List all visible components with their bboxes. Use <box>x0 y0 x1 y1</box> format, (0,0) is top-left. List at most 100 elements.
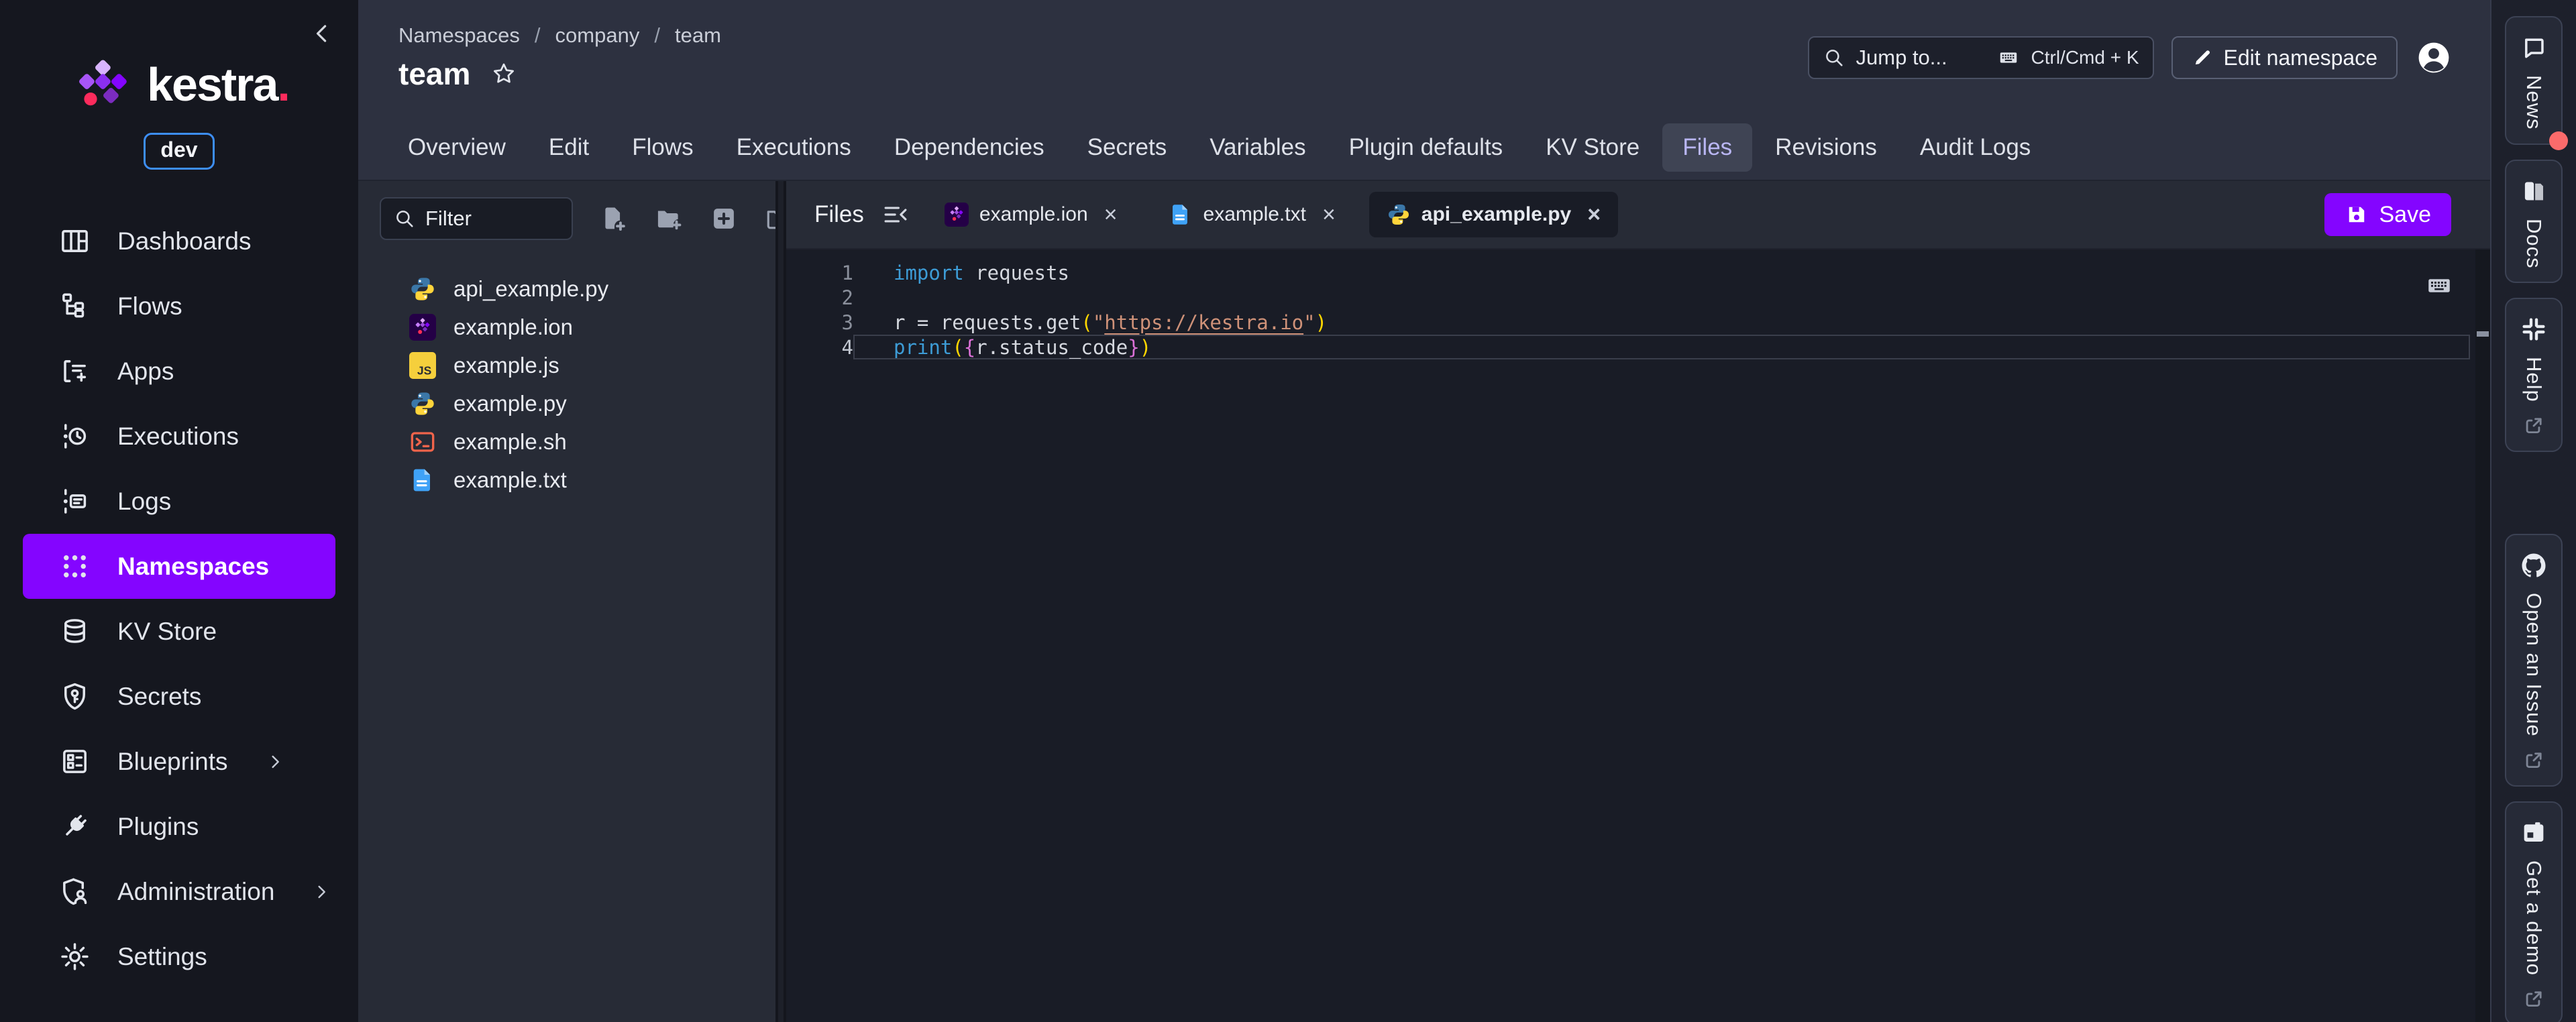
collapse-tree-icon[interactable] <box>881 201 910 229</box>
edit-namespace-button[interactable]: Edit namespace <box>2171 36 2398 79</box>
editor-tab-example-ion[interactable]: example.ion × <box>927 192 1135 237</box>
folder-plus-icon[interactable] <box>655 205 683 233</box>
javascript-file-icon: JS <box>409 351 436 379</box>
rail-button-open-an-issue[interactable]: Open an Issue <box>2505 533 2563 787</box>
editor-tab-api-example-py[interactable]: api_example.py × <box>1368 192 1619 237</box>
breadcrumb-item-team[interactable]: team <box>675 23 721 48</box>
editor-tab-bar: Files example.ion × example.txt × api_exampl… <box>786 181 2490 248</box>
kvstore-icon <box>59 616 91 647</box>
main-column: Namespaces / company / team team Jump to... … <box>358 0 2490 1022</box>
content-area: api_example.py example.ion JS example.js exa… <box>358 181 2490 1022</box>
editor-tab-label: example.txt <box>1203 203 1306 225</box>
code-editor[interactable]: 1 import requests 2 3 r = requests.get(" http… <box>786 248 2490 1022</box>
tab-edit[interactable]: Edit <box>529 123 609 172</box>
sidebar-item-apps[interactable]: Apps <box>0 339 358 404</box>
tab-overview[interactable]: Overview <box>388 123 526 172</box>
sidebar-item-flows[interactable]: Flows <box>0 274 358 339</box>
tab-plugin-defaults[interactable]: Plugin defaults <box>1329 123 1523 172</box>
administration-icon <box>59 876 91 907</box>
line-content: import requests <box>853 260 2470 285</box>
tab-files[interactable]: Files <box>1662 123 1753 172</box>
sidebar-item-administration[interactable]: Administration <box>0 859 358 924</box>
sidebar-item-label: Blueprints <box>117 747 228 775</box>
close-icon[interactable]: × <box>1104 203 1118 226</box>
right-rail: News Docs Help Open an Issue Get a demo <box>2490 0 2576 1022</box>
sidebar-item-executions[interactable]: Executions <box>0 404 358 469</box>
save-button[interactable]: Save <box>2324 193 2451 236</box>
account-avatar[interactable] <box>2415 39 2453 76</box>
code-line-1: 1 import requests <box>786 260 2490 285</box>
chevron-right-icon <box>264 751 286 773</box>
docs-icon <box>2520 177 2548 205</box>
sidebar-item-namespaces[interactable]: Namespaces <box>23 534 335 599</box>
ion-file-icon <box>409 313 436 341</box>
file-toolbar <box>358 197 791 240</box>
tab-revisions[interactable]: Revisions <box>1755 123 1897 172</box>
scrollbar-decoration <box>2477 331 2489 337</box>
rail-button-help[interactable]: Help <box>2505 298 2563 452</box>
file-item-example-sh[interactable]: example.sh <box>358 422 775 461</box>
sidebar-item-label: KV Store <box>117 617 217 645</box>
rail-button-news[interactable]: News <box>2505 16 2568 150</box>
panel-splitter[interactable] <box>775 181 786 1022</box>
sidebar-item-secrets[interactable]: Secrets <box>0 664 358 729</box>
rail-button-get-a-demo[interactable]: Get a demo <box>2505 801 2563 1022</box>
file-item-example-txt[interactable]: example.txt <box>358 461 775 499</box>
plus-box-icon[interactable] <box>710 205 738 233</box>
file-item-api-example-py[interactable]: api_example.py <box>358 270 775 308</box>
breadcrumb-item-namespaces[interactable]: Namespaces <box>398 23 520 48</box>
code-token: import <box>894 261 964 284</box>
open-file-tabs: example.ion × example.txt × api_example.py × <box>927 192 1619 237</box>
tab-dependencies[interactable]: Dependencies <box>874 123 1065 172</box>
editor-tab-example-txt[interactable]: example.txt × <box>1151 192 1353 237</box>
file-list: api_example.py example.ion JS example.js exa… <box>358 270 775 499</box>
code-token: ( <box>1081 310 1093 334</box>
rail-button-label: Docs <box>2522 218 2546 269</box>
filter-input[interactable] <box>425 207 559 231</box>
shortcut-hint: Ctrl/Cmd + K <box>2031 47 2139 68</box>
file-item-example-ion[interactable]: example.ion <box>358 308 775 346</box>
file-item-example-py[interactable]: example.py <box>358 384 775 422</box>
sidebar-item-kv-store[interactable]: KV Store <box>0 599 358 664</box>
pencil-icon <box>2192 47 2213 68</box>
rail-button-docs[interactable]: Docs <box>2505 159 2563 284</box>
file-item-example-js[interactable]: JS example.js <box>358 346 775 384</box>
keyboard-icon[interactable] <box>2422 274 2457 298</box>
python-file-icon <box>1387 203 1411 227</box>
sidebar-nav: Dashboards Flows Apps Executions Logs Namespa… <box>0 209 358 989</box>
tab-secrets[interactable]: Secrets <box>1067 123 1187 172</box>
sidebar-item-label: Dashboards <box>117 227 252 255</box>
jump-to-search[interactable]: Jump to... Ctrl/Cmd + K <box>1807 36 2154 79</box>
sidebar-item-settings[interactable]: Settings <box>0 924 358 989</box>
breadcrumb-item-company[interactable]: company <box>555 23 640 48</box>
editor-tab-label: example.ion <box>979 203 1088 225</box>
tab-variables[interactable]: Variables <box>1189 123 1326 172</box>
sidebar-item-dashboards[interactable]: Dashboards <box>0 209 358 274</box>
editor-scrollbar[interactable] <box>2475 249 2490 1022</box>
text-file-icon <box>409 467 436 494</box>
sidebar-collapse-icon[interactable] <box>307 19 337 48</box>
files-panel-label: Files <box>814 201 864 227</box>
code-token: " <box>1092 310 1105 334</box>
kestra-app: kestra. dev Dashboards Flows Apps Execution… <box>0 0 2576 1022</box>
favorite-star-icon[interactable] <box>490 60 517 87</box>
rail-button-label: Open an Issue <box>2522 592 2546 737</box>
close-icon[interactable]: × <box>1322 203 1336 226</box>
sidebar-item-blueprints[interactable]: Blueprints <box>0 729 358 794</box>
page-header: Namespaces / company / team team Jump to... … <box>358 0 2490 115</box>
sidebar-item-logs[interactable]: Logs <box>0 469 358 534</box>
text-file-icon <box>1169 203 1193 227</box>
kestra-logo[interactable]: kestra. <box>0 52 358 117</box>
line-number: 2 <box>841 286 853 309</box>
svg-text:JS: JS <box>417 363 431 377</box>
file-name: example.sh <box>453 429 567 454</box>
close-icon[interactable]: × <box>1587 203 1601 226</box>
tab-flows[interactable]: Flows <box>612 123 713 172</box>
tab-executions[interactable]: Executions <box>716 123 871 172</box>
file-plus-icon[interactable] <box>600 205 628 233</box>
tab-audit-logs[interactable]: Audit Logs <box>1900 123 2051 172</box>
sidebar-item-plugins[interactable]: Plugins <box>0 794 358 859</box>
news-icon <box>2520 34 2548 62</box>
code-token: r.status_code <box>975 335 1128 359</box>
tab-kv-store[interactable]: KV Store <box>1525 123 1660 172</box>
